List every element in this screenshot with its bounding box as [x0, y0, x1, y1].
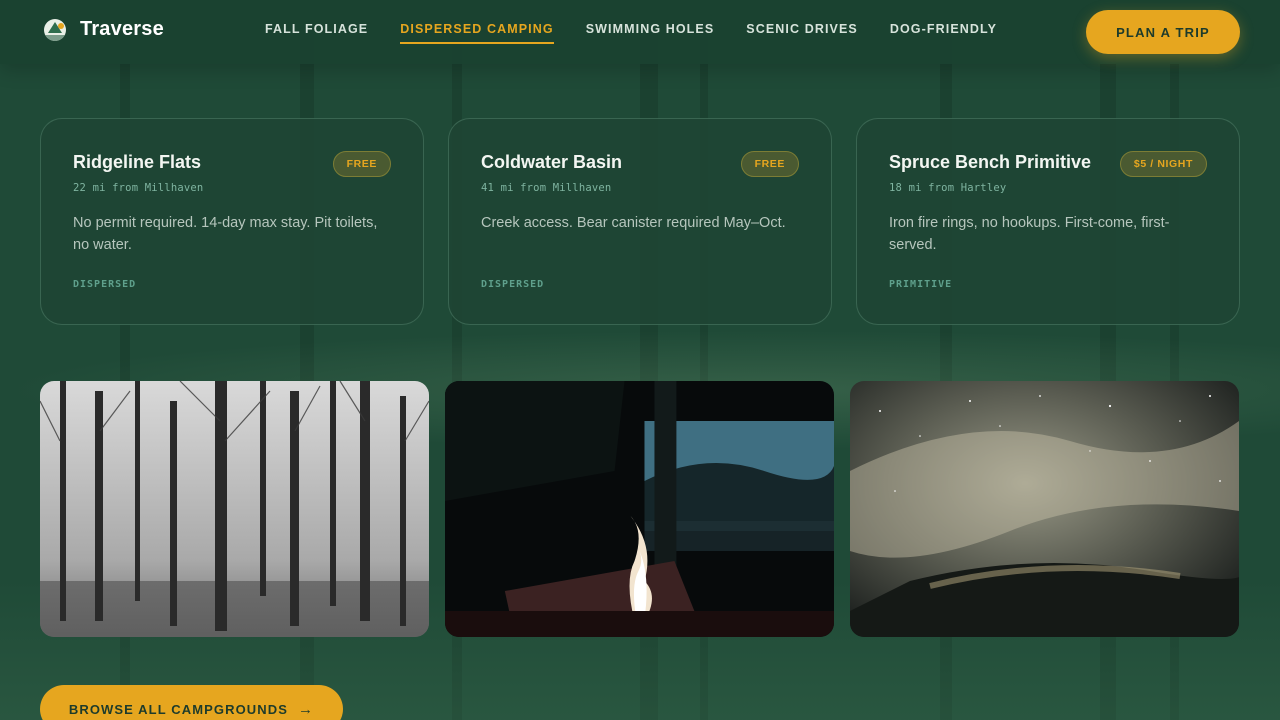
- brand[interactable]: Traverse: [44, 18, 164, 41]
- brand-name: Traverse: [80, 18, 164, 40]
- campsite-card[interactable]: Coldwater Basin FREE 41 mi from Millhave…: [448, 118, 832, 325]
- top-navbar: Traverse FALL FOLIAGE DISPERSED CAMPING …: [0, 0, 1280, 64]
- campsite-distance: 18 mi from Hartley: [889, 182, 1007, 194]
- price-badge: FREE: [332, 151, 391, 177]
- campsite-card[interactable]: Spruce Bench Primitive $5 / NIGHT 18 mi …: [856, 118, 1240, 325]
- campsite-cards: Ridgeline Flats FREE 22 mi from Millhave…: [40, 118, 1240, 325]
- campsite-distance: 22 mi from Millhaven: [73, 182, 204, 194]
- main-menu: FALL FOLIAGE DISPERSED CAMPING SWIMMING …: [265, 22, 997, 44]
- nav-item-dispersed-camping[interactable]: DISPERSED CAMPING: [400, 22, 554, 44]
- campsite-description: No permit required. 14-day max stay. Pit…: [73, 215, 378, 253]
- nav-item-scenic-drives[interactable]: SCENIC DRIVES: [746, 22, 858, 44]
- campsite-card[interactable]: Ridgeline Flats FREE 22 mi from Millhave…: [40, 118, 424, 325]
- browse-label: BROWSE ALL CAMPGROUNDS: [68, 701, 289, 717]
- plan-a-trip-button[interactable]: PLAN A TRIP: [1086, 10, 1240, 54]
- campfire-photo[interactable]: [445, 381, 834, 637]
- campsite-type-tag: PRIMITIVE: [889, 279, 953, 290]
- nav-item-swimming-holes[interactable]: SWIMMING HOLES: [586, 22, 715, 44]
- price-badge: FREE: [740, 151, 799, 177]
- forest-photo[interactable]: [40, 381, 429, 637]
- mountain-logo-icon: [44, 18, 66, 41]
- night-sky-photo[interactable]: [850, 381, 1239, 637]
- campsite-description: Iron fire rings, no hookups. First-come,…: [889, 215, 1170, 253]
- arrow-right-icon: →: [298, 700, 315, 718]
- campsite-distance: 41 mi from Millhaven: [481, 182, 612, 194]
- campsite-type-tag: DISPERSED: [481, 279, 545, 290]
- nav-item-dog-friendly[interactable]: DOG-FRIENDLY: [890, 22, 997, 44]
- price-badge: $5 / NIGHT: [1119, 151, 1207, 177]
- nav-item-fall-foliage[interactable]: FALL FOLIAGE: [265, 22, 368, 44]
- photo-gallery: [40, 381, 1239, 637]
- browse-all-campgrounds-button[interactable]: BROWSE ALL CAMPGROUNDS →: [40, 685, 343, 720]
- campsite-type-tag: DISPERSED: [73, 279, 137, 290]
- campsite-description: Creek access. Bear canister required May…: [481, 215, 786, 231]
